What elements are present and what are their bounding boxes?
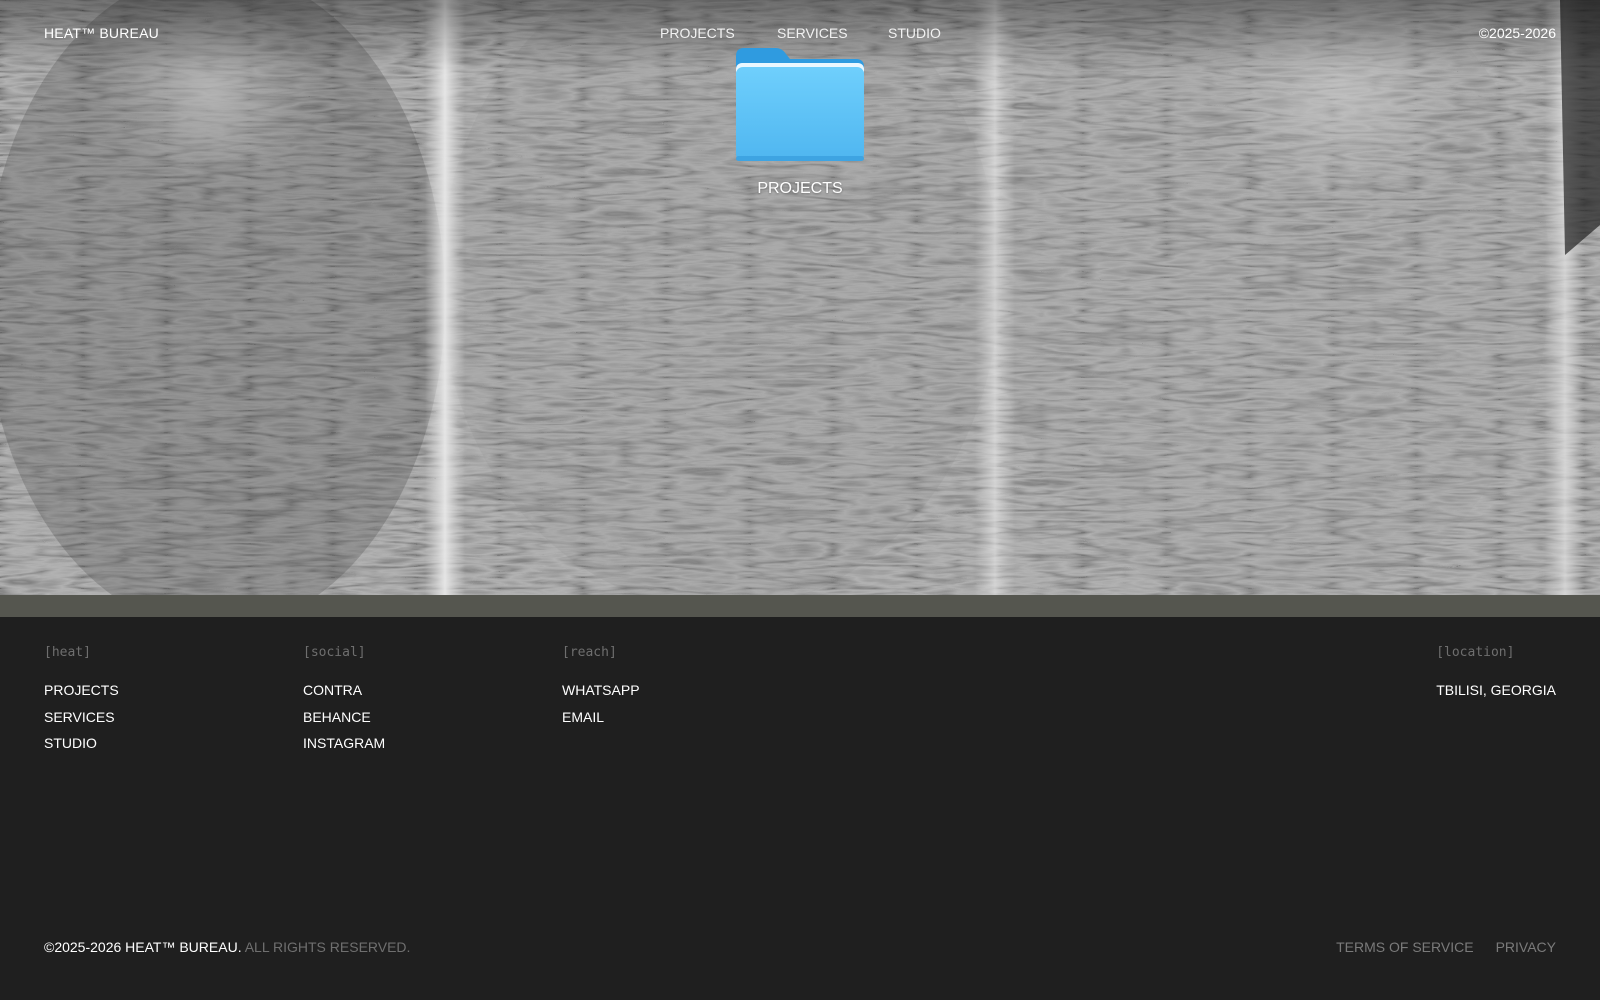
footer-link-projects[interactable]: PROJECTS (44, 677, 119, 704)
column-heading: [location] (1436, 645, 1515, 660)
footer-link-email[interactable]: EMAIL (562, 704, 640, 731)
footer-link-whatsapp[interactable]: WHATSAPP (562, 677, 640, 704)
nav-projects[interactable]: PROJECTS (660, 25, 777, 41)
footer-link-services[interactable]: SERVICES (44, 704, 119, 731)
footer-column-location: [location] TBILISI, GEORGIA (1436, 645, 1556, 704)
footer-link-studio[interactable]: STUDIO (44, 730, 119, 757)
column-heading: [reach] (562, 645, 617, 660)
footer-copyright: ©2025-2026 HEAT™ BUREAU. ALL RIGHTS RESE… (44, 939, 410, 955)
legal-links: TERMS OF SERVICE PRIVACY (1336, 939, 1556, 955)
footer-link-behance[interactable]: BEHANCE (303, 704, 385, 731)
rights-reserved: ALL RIGHTS RESERVED. (244, 939, 411, 955)
projects-folder[interactable]: PROJECTS (730, 46, 870, 202)
hero-image: HEAT™ BUREAU PROJECTS SERVICES STUDIO ©2… (0, 0, 1600, 595)
nav-services[interactable]: SERVICES (777, 25, 888, 41)
column-heading: [social] (303, 645, 366, 660)
footer-column-heat: [heat] PROJECTS SERVICES STUDIO (44, 645, 119, 757)
privacy-link[interactable]: PRIVACY (1496, 939, 1556, 955)
brand-logo-link[interactable]: HEAT™ BUREAU (44, 25, 159, 41)
copyright-main: ©2025-2026 HEAT™ BUREAU. (44, 939, 242, 955)
footer-link-instagram[interactable]: INSTAGRAM (303, 730, 385, 757)
footer-link-contra[interactable]: CONTRA (303, 677, 385, 704)
nav-studio[interactable]: STUDIO (888, 25, 941, 41)
divider-strip (0, 595, 1600, 617)
footer-column-reach: [reach] WHATSAPP EMAIL (562, 645, 640, 730)
column-heading: [heat] (44, 645, 91, 660)
footer-column-social: [social] CONTRA BEHANCE INSTAGRAM (303, 645, 385, 757)
folder-icon[interactable] (730, 46, 870, 164)
footer-location-text: TBILISI, GEORGIA (1436, 682, 1556, 698)
folder-label: PROJECTS (757, 180, 843, 197)
terms-of-service-link[interactable]: TERMS OF SERVICE (1336, 939, 1473, 955)
main-nav: PROJECTS SERVICES STUDIO (660, 25, 941, 41)
header-copyright: ©2025-2026 (1478, 25, 1556, 41)
